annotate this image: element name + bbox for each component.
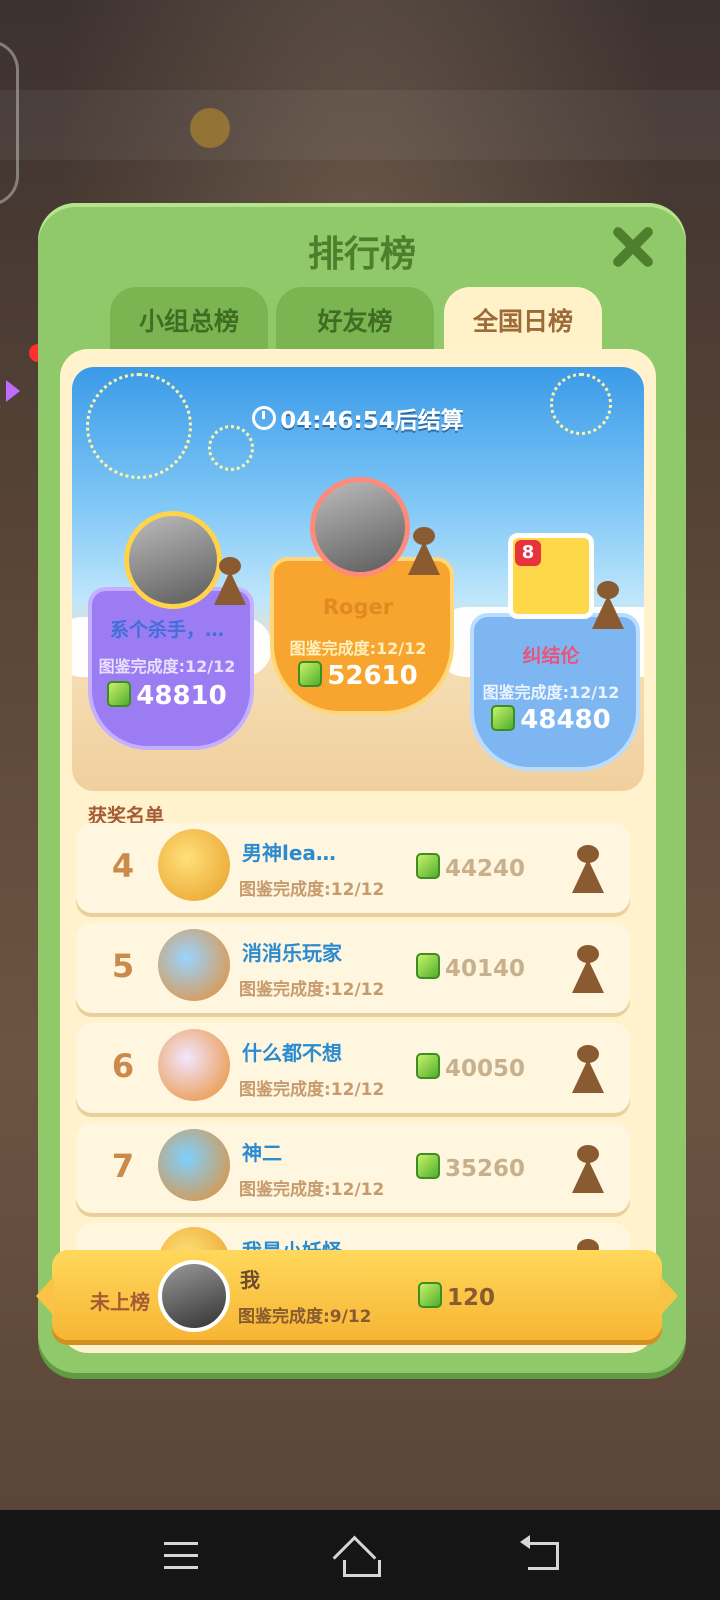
gem-icon [416, 1153, 440, 1179]
leaderboard-panel: 排行榜 小组总榜 好友榜 全国日榜 04:46:54后结算 系个杀手，… 图鉴完… [38, 203, 686, 1373]
rank-number: 4 [111, 847, 135, 885]
bear-icon [572, 845, 604, 893]
menu-icon [164, 1542, 198, 1545]
leaderboard-content: 04:46:54后结算 系个杀手，… 图鉴完成度:12/12 48810 Rog… [60, 349, 656, 1353]
back-icon [528, 1542, 559, 1570]
gem-icon [416, 953, 440, 979]
background-hud [0, 90, 720, 160]
podium-progress: 图鉴完成度:12/12 [98, 657, 236, 676]
my-rank-status: 未上榜 [90, 1290, 150, 1314]
my-score: 120 [418, 1282, 495, 1311]
rank-number: 6 [111, 1047, 135, 1085]
avatar [158, 829, 230, 901]
gem-icon [298, 661, 323, 687]
avatar [158, 1129, 230, 1201]
bear-icon [572, 1045, 604, 1093]
podium-second[interactable]: 系个杀手，… 图鉴完成度:12/12 48810 [88, 587, 254, 757]
player-name: 什么都不想 [242, 1041, 342, 1065]
panel-title: 排行榜 [307, 234, 416, 275]
bear-icon [572, 945, 604, 993]
player-score: 40140 [416, 953, 525, 982]
player-name: 消消乐玩家 [242, 941, 342, 965]
clock-icon [252, 406, 277, 430]
podium-name: 系个杀手，… [109, 619, 224, 641]
avatar [158, 1029, 230, 1101]
podium-name: 纠结伦 [522, 645, 580, 667]
back-button[interactable] [514, 1530, 570, 1580]
leaderboard-row[interactable]: 4 男神lea… 图鉴完成度:12/12 44240 [76, 823, 630, 913]
home-button[interactable] [332, 1530, 388, 1580]
my-rank-bar[interactable]: 未上榜 我 图鉴完成度:9/12 120 [36, 1250, 678, 1340]
menu-button[interactable] [154, 1530, 210, 1580]
podium-score: 48480 [470, 705, 632, 735]
gem-icon [107, 681, 132, 707]
rank-number: 5 [111, 947, 135, 985]
gem-icon [416, 1053, 440, 1079]
leaderboard-row[interactable]: 5 消消乐玩家 图鉴完成度:12/12 40140 [76, 923, 630, 1013]
avatar [158, 929, 230, 1001]
player-score: 35260 [416, 1153, 525, 1182]
player-score: 44240 [416, 853, 525, 882]
bear-icon [214, 557, 246, 605]
my-name: 我 [240, 1268, 260, 1292]
podium-score: 52610 [270, 661, 446, 691]
gem-icon [491, 705, 516, 731]
leaderboard-row[interactable]: 7 神二 图鉴完成度:12/12 35260 [76, 1123, 630, 1213]
player-progress: 图鉴完成度:12/12 [239, 1080, 385, 1100]
avatar [124, 511, 222, 609]
close-button[interactable] [608, 223, 656, 271]
gem-icon [418, 1282, 442, 1308]
tab-group-total[interactable]: 小组总榜 [110, 287, 268, 353]
side-arrow-icon[interactable] [6, 380, 20, 402]
player-name: 男神lea… [242, 841, 336, 865]
leaderboard-row[interactable]: 6 什么都不想 图鉴完成度:12/12 40050 [76, 1023, 630, 1113]
hex-frame-icon [0, 40, 19, 206]
coin-icon [190, 108, 230, 148]
podium-area: 04:46:54后结算 系个杀手，… 图鉴完成度:12/12 48810 Rog… [72, 367, 644, 791]
player-progress: 图鉴完成度:12/12 [239, 980, 385, 1000]
podium-first[interactable]: Roger 图鉴完成度:12/12 52610 [270, 557, 454, 717]
bear-icon [408, 527, 440, 575]
tab-national-daily[interactable]: 全国日榜 [444, 287, 602, 353]
level-badge: 8 [515, 540, 541, 566]
avatar [310, 477, 410, 577]
rank-number: 7 [111, 1147, 135, 1185]
podium-progress: 图鉴完成度:12/12 [289, 639, 427, 658]
tab-friends[interactable]: 好友榜 [276, 287, 434, 353]
player-name: 神二 [242, 1141, 282, 1165]
player-score: 40050 [416, 1053, 525, 1082]
bear-icon [592, 581, 624, 629]
avatar: 8 [508, 533, 594, 619]
settlement-timer: 04:46:54后结算 [72, 401, 644, 435]
gem-icon [416, 853, 440, 879]
podium-name: Roger [322, 595, 394, 619]
podium-progress: 图鉴完成度:12/12 [482, 683, 620, 702]
podium-third[interactable]: 纠结伦 图鉴完成度:12/12 48480 [470, 613, 640, 783]
my-progress: 图鉴完成度:9/12 [238, 1307, 372, 1327]
player-progress: 图鉴完成度:12/12 [239, 880, 385, 900]
podium-score: 48810 [88, 681, 246, 711]
player-progress: 图鉴完成度:12/12 [239, 1180, 385, 1200]
bear-icon [572, 1145, 604, 1193]
system-navigation-bar [0, 1510, 720, 1600]
avatar [158, 1260, 230, 1332]
